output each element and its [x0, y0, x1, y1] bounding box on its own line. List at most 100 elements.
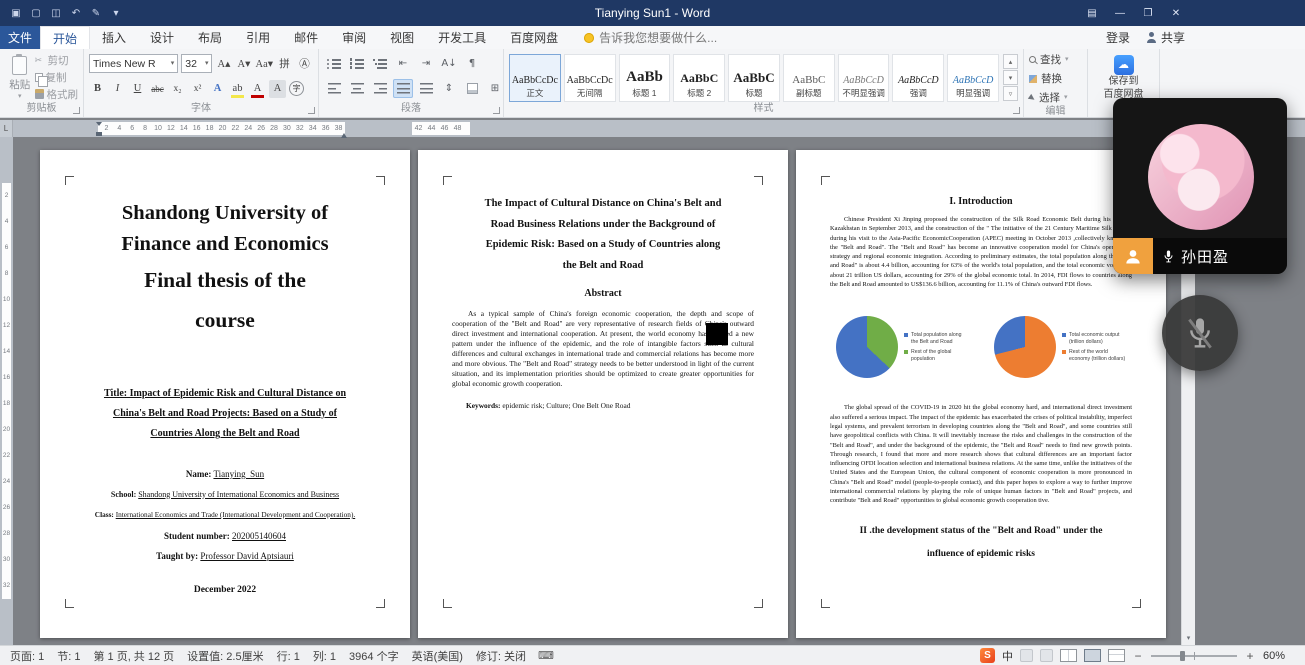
- styles-scroll-down-icon[interactable]: ▾: [1003, 70, 1018, 85]
- distribute-button[interactable]: [416, 79, 436, 98]
- scroll-down-icon[interactable]: ▾: [1182, 631, 1195, 644]
- quick-access-icon[interactable]: ▣: [6, 4, 26, 22]
- decrease-indent-button[interactable]: ⇤: [393, 54, 413, 73]
- paragraph-dialog-launcher-icon[interactable]: [493, 107, 500, 114]
- ribbon-tab[interactable]: 百度网盘: [498, 26, 570, 49]
- copy-button[interactable]: 复制: [35, 70, 79, 85]
- font-tool-button[interactable]: A▴: [215, 55, 232, 73]
- font-tool-button[interactable]: x₂: [169, 80, 186, 98]
- zoom-level[interactable]: 60%: [1263, 650, 1289, 662]
- ribbon-tab[interactable]: 开发工具: [426, 26, 498, 49]
- zoom-out-button[interactable]: −: [1132, 649, 1144, 663]
- status-item[interactable]: 3964 个字: [349, 648, 399, 664]
- bullets-button[interactable]: [324, 54, 344, 73]
- multilevel-list-button[interactable]: [370, 54, 390, 73]
- styles-dialog-launcher-icon[interactable]: [1013, 107, 1020, 114]
- status-item[interactable]: 第 1 页, 共 12 页: [93, 648, 174, 664]
- ribbon-tab[interactable]: 审阅: [330, 26, 378, 49]
- ime-mode-indicator[interactable]: 中: [1002, 648, 1013, 664]
- web-layout-icon[interactable]: [1108, 649, 1125, 662]
- ribbon-tab[interactable]: 设计: [138, 26, 186, 49]
- document-page-1[interactable]: Shandong University ofFinance and Econom…: [40, 150, 410, 638]
- ime-tool-icon[interactable]: [1020, 649, 1033, 662]
- zoom-slider-thumb[interactable]: [1180, 651, 1185, 661]
- ribbon-display-options-icon[interactable]: ▤: [1078, 0, 1106, 26]
- format-painter-button[interactable]: 格式刷: [35, 87, 79, 102]
- align-right-button[interactable]: [370, 79, 390, 98]
- font-tool-button[interactable]: A: [249, 80, 266, 98]
- ribbon-tab[interactable]: 插入: [90, 26, 138, 49]
- document-page-2[interactable]: The Impact of Cultural Distance on China…: [418, 150, 788, 638]
- font-tool-button[interactable]: ab: [229, 80, 246, 98]
- maximize-button[interactable]: ❐: [1134, 0, 1162, 26]
- status-item[interactable]: 节: 1: [57, 648, 80, 664]
- status-item[interactable]: 行: 1: [277, 648, 300, 664]
- clipboard-dialog-launcher-icon[interactable]: [73, 107, 80, 114]
- ribbon-tab[interactable]: 视图: [378, 26, 426, 49]
- tab-stop-selector[interactable]: L: [0, 120, 13, 137]
- font-tool-button[interactable]: A: [269, 80, 286, 98]
- shading-button[interactable]: [462, 79, 482, 98]
- style-chip[interactable]: AaBbCcD 强调: [892, 54, 944, 102]
- find-button[interactable]: 查找▾: [1029, 52, 1082, 67]
- read-mode-icon[interactable]: [1060, 649, 1077, 662]
- status-item[interactable]: 英语(美国): [412, 648, 463, 664]
- zoom-in-button[interactable]: +: [1244, 649, 1256, 663]
- sort-button[interactable]: A↓: [439, 54, 459, 73]
- quick-access-icon[interactable]: ▢: [26, 4, 46, 22]
- style-chip[interactable]: AaBbC 标题 2: [673, 54, 725, 102]
- tab-file[interactable]: 文件: [0, 26, 40, 49]
- font-tool-button[interactable]: B: [89, 80, 106, 98]
- font-tool-button[interactable]: Ⓐ: [296, 55, 313, 73]
- font-tool-button[interactable]: abc: [149, 80, 166, 98]
- ime-logo-icon[interactable]: S: [980, 648, 995, 663]
- replace-button[interactable]: 替换: [1029, 71, 1082, 86]
- print-layout-icon[interactable]: [1084, 649, 1101, 662]
- font-name-combo[interactable]: Times New R▾: [89, 54, 178, 73]
- tell-me-box[interactable]: 告诉我您想要做什么...: [584, 26, 717, 49]
- show-marks-button[interactable]: ¶: [462, 54, 482, 73]
- increase-indent-button[interactable]: ⇥: [416, 54, 436, 73]
- status-item[interactable]: 设置值: 2.5厘米: [187, 648, 263, 664]
- document-page-3[interactable]: I. Introduction Chinese President Xi Jin…: [796, 150, 1166, 638]
- share-button[interactable]: 共享: [1146, 29, 1185, 46]
- font-tool-button[interactable]: A▾: [235, 55, 252, 73]
- style-chip[interactable]: AaBb 标题 1: [619, 54, 671, 102]
- paste-button[interactable]: 粘贴 ▾: [5, 52, 35, 102]
- style-chip[interactable]: AaBbC 标题: [728, 54, 780, 102]
- font-size-combo[interactable]: 32▾: [181, 54, 212, 73]
- left-indent-marker[interactable]: [96, 132, 102, 136]
- save-to-baidu-button[interactable]: ☁ 保存到 百度网盘: [1093, 52, 1154, 102]
- ribbon-tab[interactable]: 开始: [40, 26, 90, 49]
- close-button[interactable]: ✕: [1162, 0, 1190, 26]
- font-tool-button[interactable]: Aa▾: [255, 55, 273, 73]
- style-chip[interactable]: AaBbCcD 明显强调: [947, 54, 999, 102]
- ribbon-tab[interactable]: 引用: [234, 26, 282, 49]
- font-tool-button[interactable]: U: [129, 80, 146, 98]
- font-tool-button[interactable]: x²: [189, 80, 206, 98]
- sign-in-link[interactable]: 登录: [1106, 29, 1130, 46]
- align-center-button[interactable]: [347, 79, 367, 98]
- style-chip[interactable]: AaBbCcDc 无间隔: [564, 54, 616, 102]
- styles-more-icon[interactable]: ▿: [1003, 86, 1018, 101]
- select-button[interactable]: 选择▾: [1029, 90, 1082, 105]
- ribbon-tab[interactable]: 邮件: [282, 26, 330, 49]
- status-item[interactable]: 修订: 关闭: [476, 648, 526, 664]
- align-left-button[interactable]: [324, 79, 344, 98]
- style-chip[interactable]: AaBbC 副标题: [783, 54, 835, 102]
- quick-access-icon[interactable]: ▾: [106, 4, 126, 22]
- font-tool-button[interactable]: A: [209, 80, 226, 98]
- font-tool-button[interactable]: I: [109, 80, 126, 98]
- font-tool-button[interactable]: 拼: [276, 55, 293, 73]
- status-item[interactable]: 列: 1: [313, 648, 336, 664]
- microphone-muted-button[interactable]: [1162, 295, 1238, 371]
- style-chip[interactable]: AaBbCcDc 正文: [509, 54, 561, 102]
- first-line-indent-marker[interactable]: [96, 122, 102, 129]
- ime-tool-icon[interactable]: [1040, 649, 1053, 662]
- right-indent-marker[interactable]: [341, 130, 347, 138]
- justify-button[interactable]: [393, 79, 413, 98]
- status-item[interactable]: 页面: 1: [10, 648, 44, 664]
- font-dialog-launcher-icon[interactable]: [308, 107, 315, 114]
- borders-button[interactable]: ⊞: [485, 79, 505, 98]
- cut-button[interactable]: ✂剪切: [35, 53, 79, 68]
